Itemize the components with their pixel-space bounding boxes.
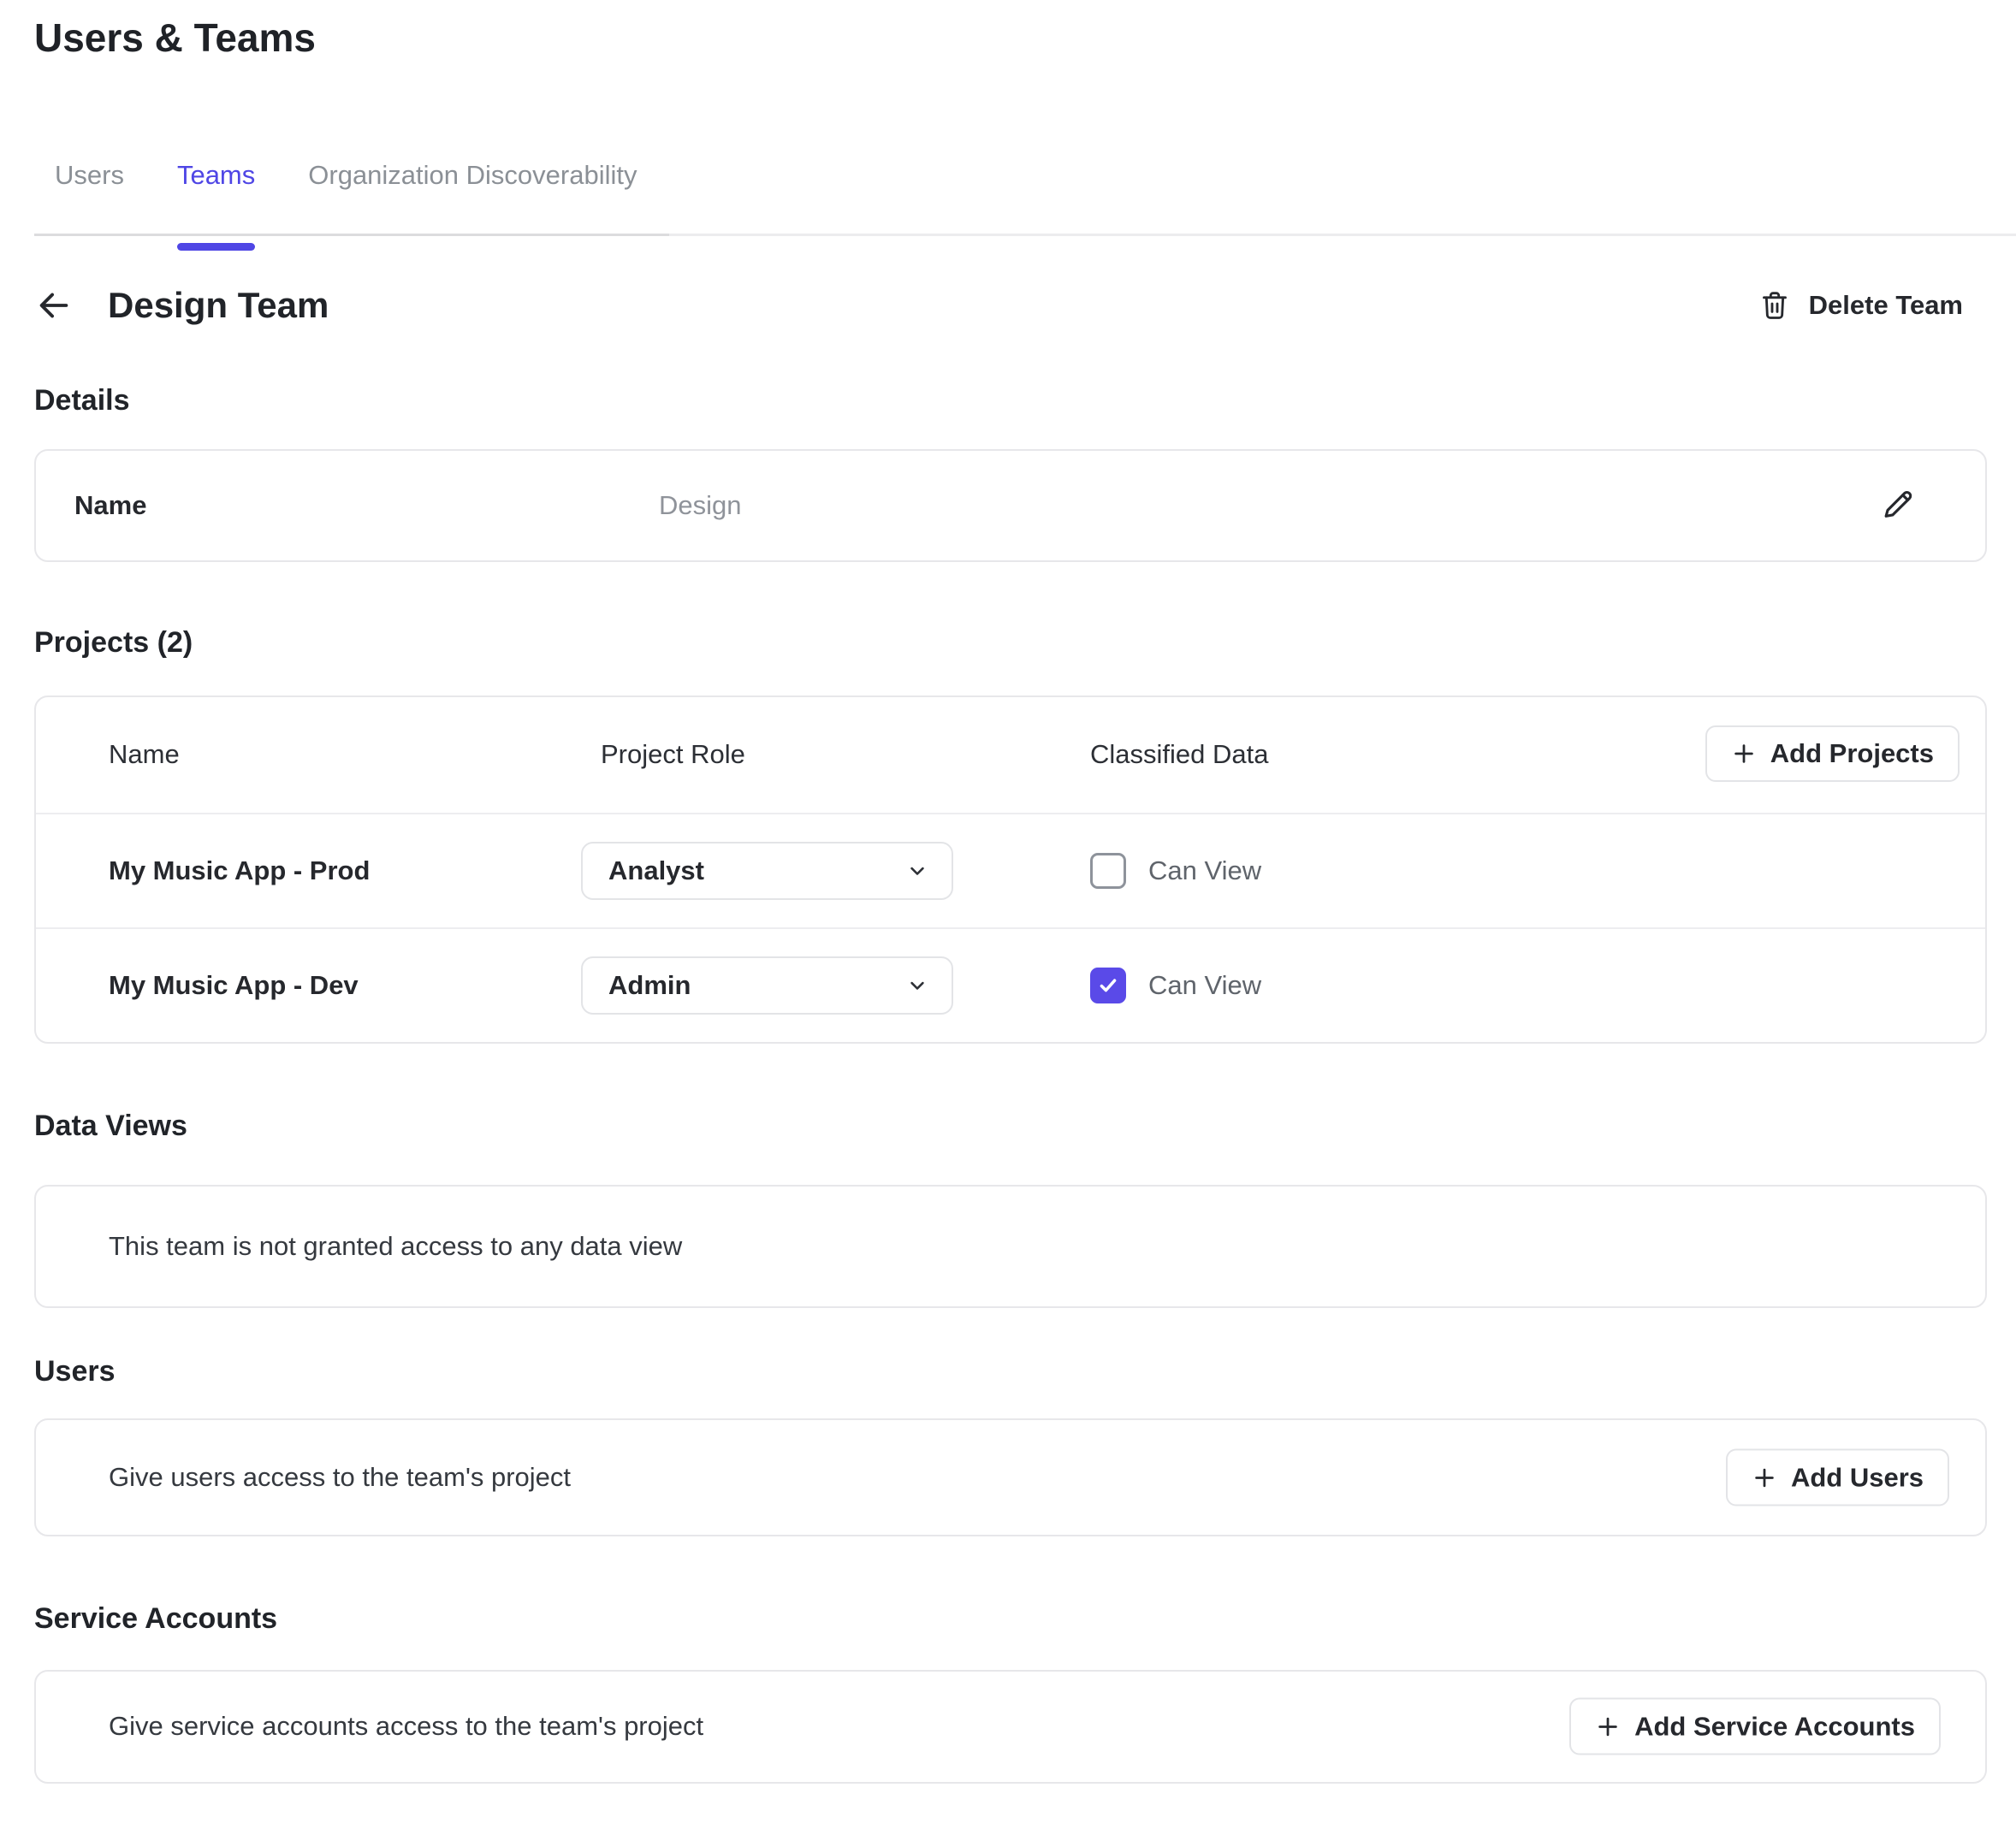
tab-teams-label: Teams — [177, 160, 255, 190]
add-projects-button[interactable]: Add Projects — [1705, 725, 1960, 782]
users-card: Give users access to the team's project … — [34, 1418, 1987, 1536]
tab-users[interactable]: Users — [55, 146, 124, 247]
details-card: Name Design — [34, 449, 1987, 562]
details-heading: Details — [34, 385, 2016, 417]
can-view-label: Can View — [1148, 970, 1261, 1001]
edit-name-button[interactable] — [1881, 486, 1917, 526]
service-accounts-heading: Service Accounts — [34, 1603, 2016, 1635]
add-projects-label: Add Projects — [1770, 738, 1934, 769]
back-button[interactable] — [34, 286, 74, 325]
data-views-card: This team is not granted access to any d… — [34, 1185, 1987, 1308]
chevron-down-icon — [905, 974, 929, 997]
project-name: My Music App - Dev — [109, 970, 359, 1001]
plus-icon — [1595, 1714, 1621, 1739]
data-views-empty-text: This team is not granted access to any d… — [109, 1231, 682, 1262]
project-role-select[interactable]: Admin — [581, 956, 953, 1015]
details-name-row: Name Design — [36, 451, 1985, 560]
project-role-value: Admin — [608, 970, 905, 1001]
pencil-icon — [1881, 486, 1917, 522]
arrow-left-icon — [34, 286, 74, 325]
projects-table-header: Name Project Role Classified Data Add Pr… — [36, 697, 1985, 813]
add-users-label: Add Users — [1791, 1462, 1924, 1493]
tab-users-label: Users — [55, 160, 124, 190]
team-header: Design Team Delete Team — [34, 270, 1982, 340]
can-view-checkbox[interactable] — [1090, 968, 1126, 1003]
trash-icon — [1758, 287, 1792, 324]
page-title: Users & Teams — [34, 15, 2016, 61]
tab-organization-discoverability[interactable]: Organization Discoverability — [308, 146, 637, 247]
name-field-label: Name — [74, 490, 146, 521]
project-role-select[interactable]: Analyst — [581, 842, 953, 900]
tab-teams[interactable]: Teams — [177, 146, 255, 247]
delete-team-button[interactable]: Delete Team — [1758, 287, 1963, 324]
add-users-button[interactable]: Add Users — [1726, 1449, 1949, 1506]
can-view-checkbox[interactable] — [1090, 853, 1126, 889]
active-tab-underline — [177, 243, 255, 251]
users-empty-text: Give users access to the team's project — [109, 1462, 571, 1493]
project-row: My Music App - Prod Analyst Can View — [36, 813, 1985, 927]
service-accounts-card: Give service accounts access to the team… — [34, 1670, 1987, 1784]
column-header-project-role: Project Role — [601, 739, 745, 770]
project-row: My Music App - Dev Admin Can View — [36, 927, 1985, 1042]
add-service-accounts-button[interactable]: Add Service Accounts — [1569, 1698, 1941, 1755]
plus-icon — [1731, 741, 1757, 767]
data-views-heading: Data Views — [34, 1110, 2016, 1142]
check-icon — [1096, 974, 1120, 997]
classified-data-cell: Can View — [1090, 968, 1261, 1003]
column-header-classified-data: Classified Data — [1090, 739, 1268, 770]
team-title: Design Team — [108, 285, 329, 326]
users-heading: Users — [34, 1356, 2016, 1388]
name-field-value: Design — [659, 490, 742, 521]
add-service-accounts-label: Add Service Accounts — [1634, 1711, 1915, 1742]
service-accounts-empty-text: Give service accounts access to the team… — [109, 1711, 703, 1742]
delete-team-label: Delete Team — [1809, 290, 1963, 321]
project-name: My Music App - Prod — [109, 855, 370, 886]
users-teams-page: Users & Teams Users Teams Organization D… — [0, 15, 2016, 1829]
plus-icon — [1752, 1465, 1777, 1490]
tab-bar: Users Teams Organization Discoverability — [55, 146, 2016, 236]
tab-bar-divider — [34, 234, 669, 236]
chevron-down-icon — [905, 859, 929, 883]
column-header-name: Name — [109, 739, 180, 770]
can-view-label: Can View — [1148, 855, 1261, 886]
projects-card: Name Project Role Classified Data Add Pr… — [34, 695, 1987, 1044]
project-role-value: Analyst — [608, 855, 905, 886]
projects-heading: Projects (2) — [34, 627, 2016, 659]
classified-data-cell: Can View — [1090, 853, 1261, 889]
tab-organization-discoverability-label: Organization Discoverability — [308, 160, 637, 190]
